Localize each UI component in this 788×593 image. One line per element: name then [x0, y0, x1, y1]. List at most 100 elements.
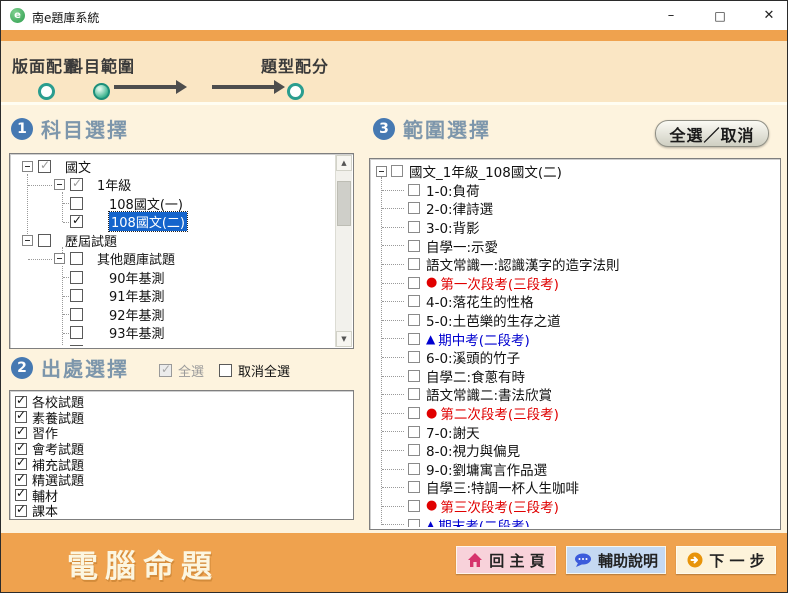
tree-item-label[interactable]: 國文	[65, 157, 91, 176]
tree-item-label[interactable]: 2-0:律詩選	[426, 198, 493, 218]
tree-expander-icon[interactable]	[376, 166, 387, 177]
tree-item-label[interactable]: 自學一:示愛	[426, 236, 498, 256]
tree-item-label[interactable]: 國文_1年級_108國文(二)	[409, 161, 562, 181]
tree-item-label[interactable]: 5-0:土芭樂的生存之道	[426, 310, 561, 330]
tree-item-label[interactable]: 期末考(二段考)	[438, 515, 530, 527]
range-tree-row[interactable]: 4-0:落花生的性格	[372, 292, 778, 311]
range-tree-row[interactable]: 自學二:食蔥有時	[372, 367, 778, 386]
tree-item-label[interactable]: 1年級	[97, 175, 131, 194]
tree-checkbox[interactable]	[408, 202, 420, 214]
next-step-button[interactable]: 下 一 步	[676, 546, 776, 574]
tree-item-label[interactable]: 第一次段考(三段考)	[440, 273, 559, 293]
deselect-all-checkbox[interactable]: 取消全選	[219, 361, 290, 380]
tree-expander-icon[interactable]	[54, 253, 65, 264]
tree-checkbox[interactable]	[70, 215, 83, 228]
tree-item-label[interactable]: 91年基測	[109, 286, 165, 305]
tree-checkbox[interactable]	[408, 388, 420, 400]
range-tree-row[interactable]: 3-0:背影	[372, 218, 778, 237]
help-button[interactable]: 輔助說明	[566, 546, 666, 574]
tree-row[interactable]: 108國文(一)	[12, 194, 334, 213]
tree-checkbox[interactable]	[70, 271, 83, 284]
tree-expander-icon[interactable]	[54, 179, 65, 190]
tree-checkbox[interactable]	[408, 407, 420, 419]
item-checkbox[interactable]	[15, 411, 27, 423]
tree-checkbox[interactable]	[70, 197, 83, 210]
tree-item-label[interactable]: 8-0:視力與偏見	[426, 440, 520, 460]
tree-checkbox[interactable]	[408, 426, 420, 438]
tree-checkbox[interactable]	[38, 160, 51, 173]
tree-item-label[interactable]: 7-0:謝天	[426, 422, 480, 442]
tree-row[interactable]: 92年基測	[12, 305, 334, 324]
tree-item-label[interactable]: 歷屆試題	[65, 231, 117, 250]
item-checkbox[interactable]	[15, 396, 27, 408]
select-all-checkbox[interactable]: 全選	[159, 361, 204, 380]
checkbox-icon[interactable]	[159, 364, 172, 377]
tree-item-label[interactable]: 其他題庫試題	[97, 249, 175, 268]
source-list-item[interactable]: 課本	[12, 503, 351, 517]
tree-checkbox[interactable]	[408, 519, 420, 527]
range-tree-root-row[interactable]: 國文_1年級_108國文(二)	[372, 162, 778, 181]
home-button[interactable]: 回 主 頁	[456, 546, 556, 574]
tree-checkbox[interactable]	[408, 444, 420, 456]
tree-item-label[interactable]: 自學三:特調一杯人生咖啡	[426, 477, 579, 497]
range-tree-row[interactable]: 語文常識二:書法欣賞	[372, 385, 778, 404]
item-checkbox[interactable]	[15, 443, 27, 455]
tree-checkbox[interactable]	[70, 326, 83, 339]
tree-checkbox[interactable]	[70, 178, 83, 191]
tree-item-label[interactable]: 第三次段考(三段考)	[440, 496, 559, 516]
tree-checkbox[interactable]	[70, 345, 83, 346]
item-checkbox[interactable]	[15, 474, 27, 486]
range-tree-row[interactable]: 9-0:劉墉寓言作品選	[372, 460, 778, 479]
tree-row[interactable]: 1年級	[12, 176, 334, 195]
scroll-down-icon[interactable]	[336, 331, 352, 347]
tree-row[interactable]: 歷屆試題	[12, 231, 334, 250]
tree-item-label[interactable]: 自學二:食蔥有時	[426, 366, 525, 386]
tree-checkbox[interactable]	[408, 258, 420, 270]
item-checkbox[interactable]	[15, 505, 27, 517]
tree-checkbox[interactable]	[408, 277, 420, 289]
range-tree-row[interactable]: ●第一次段考(三段考)	[372, 274, 778, 293]
maximize-button[interactable]: □	[712, 9, 728, 23]
tree-item-label[interactable]: 94年基測	[109, 342, 165, 346]
tree-expander-icon[interactable]	[22, 235, 33, 246]
minimize-button[interactable]: –	[663, 8, 679, 23]
range-tree-row[interactable]: 自學三:特調一杯人生咖啡	[372, 478, 778, 497]
tree-checkbox[interactable]	[408, 314, 420, 326]
range-tree-row[interactable]: ●第二次段考(三段考)	[372, 404, 778, 423]
item-checkbox[interactable]	[15, 427, 27, 439]
item-checkbox[interactable]	[15, 489, 27, 501]
item-checkbox[interactable]	[15, 458, 27, 470]
tree-checkbox[interactable]	[408, 463, 420, 475]
tree-item-label[interactable]: 4-0:落花生的性格	[426, 291, 534, 311]
range-tree-row[interactable]: 2-0:律詩選	[372, 199, 778, 218]
range-tree-row[interactable]: 5-0:土芭樂的生存之道	[372, 311, 778, 330]
tree-checkbox[interactable]	[408, 333, 420, 345]
tree-checkbox[interactable]	[408, 481, 420, 493]
tree-item-label[interactable]: 9-0:劉墉寓言作品選	[426, 459, 547, 479]
range-tree-row[interactable]: 1-0:負荷	[372, 181, 778, 200]
tree-checkbox[interactable]	[70, 289, 83, 302]
range-tree-row[interactable]: 自學一:示愛	[372, 236, 778, 255]
tree-checkbox[interactable]	[391, 165, 403, 177]
tree-row[interactable]: 108國文(二)	[12, 213, 334, 232]
source-list-item[interactable]: 素養試題	[12, 410, 351, 426]
tree-item-label[interactable]: 3-0:背影	[426, 217, 480, 237]
range-tree-row[interactable]: 6-0:溪頭的竹子	[372, 348, 778, 367]
tree-row[interactable]: 90年基測	[12, 268, 334, 287]
range-tree-row[interactable]: 7-0:謝天	[372, 422, 778, 441]
tree-item-label[interactable]: 93年基測	[109, 323, 165, 342]
range-tree-row[interactable]: ▲期末考(二段考)	[372, 515, 778, 527]
tree-checkbox[interactable]	[408, 295, 420, 307]
tree-item-label[interactable]: 6-0:溪頭的竹子	[426, 347, 520, 367]
tree-item-label[interactable]: 1-0:負荷	[426, 180, 480, 200]
tree-row[interactable]: 91年基測	[12, 287, 334, 306]
tree-item-label[interactable]: 108國文(一)	[109, 194, 183, 213]
tree-item-label[interactable]: 92年基測	[109, 305, 165, 324]
tree-checkbox[interactable]	[408, 240, 420, 252]
tree-checkbox[interactable]	[408, 184, 420, 196]
tree-item-label[interactable]: 108國文(二)	[109, 212, 187, 231]
scroll-up-icon[interactable]	[336, 155, 352, 171]
tree-item-label[interactable]: 語文常識一:認識漢字的造字法則	[426, 254, 620, 274]
range-tree-row[interactable]: 8-0:視力與偏見	[372, 441, 778, 460]
tree-item-label[interactable]: 90年基測	[109, 268, 165, 287]
